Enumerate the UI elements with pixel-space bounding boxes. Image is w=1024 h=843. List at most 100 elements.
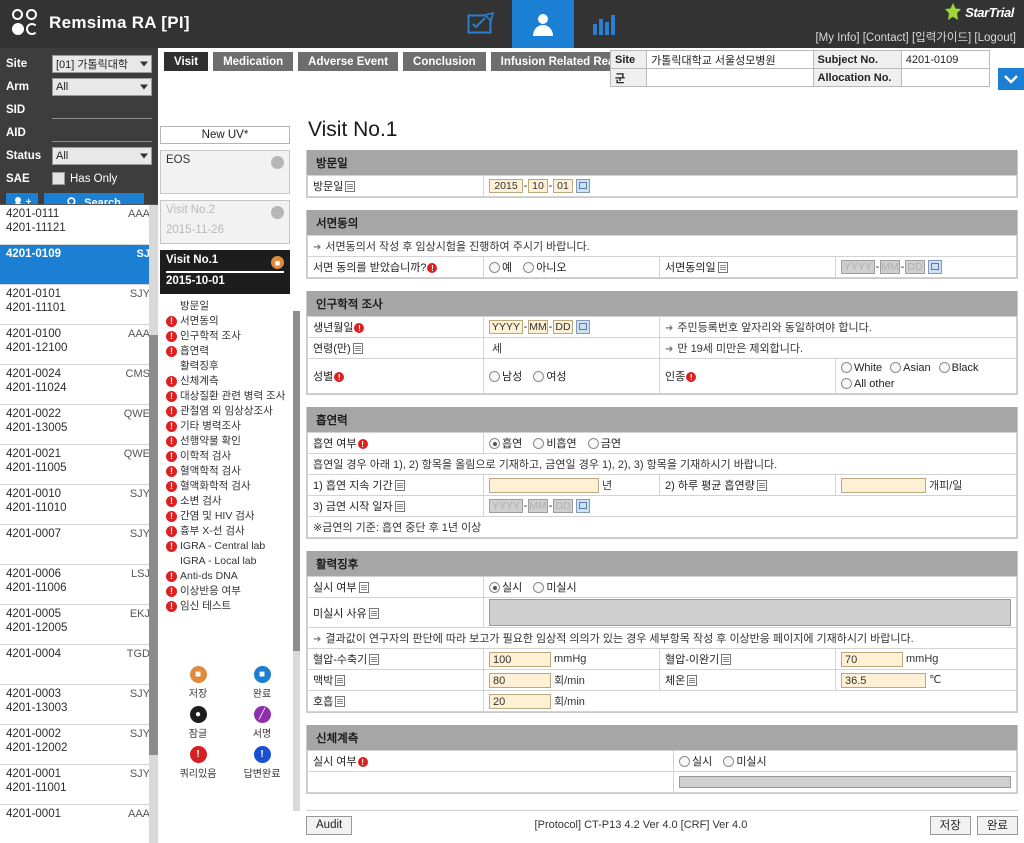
sex-male-label[interactable]: 남성 (502, 371, 522, 383)
subject-list-item[interactable]: 4201-0003 4201-13003 SJY (0, 685, 158, 725)
subject-list-item[interactable]: 4201-0111 4201-11121 AAA (0, 205, 158, 245)
note-icon[interactable] (721, 654, 732, 665)
subject-list-item[interactable]: 4201-0021 4201-11005 QWE (0, 445, 158, 485)
visit-item[interactable]: 활력징후 (160, 358, 293, 373)
sae-checkbox[interactable] (52, 172, 65, 185)
header-links[interactable]: [My Info] [Contact] [입력가이드] [Logout] (815, 29, 1016, 45)
save-button[interactable]: 저장 (929, 815, 971, 835)
anthro-notdone-radio[interactable] (723, 756, 735, 767)
smoking-no-label[interactable]: 비흡연 (546, 438, 576, 450)
visit-item[interactable]: ! 대상질환 관련 병력 조사 (160, 388, 293, 403)
visit-item[interactable]: ! 인구학적 조사 (160, 328, 293, 343)
visit-item[interactable]: ! 혈액학적 검사 (160, 463, 293, 478)
visit-item[interactable]: ! 이학적 검사 (160, 448, 293, 463)
expand-panel-button[interactable] (998, 68, 1024, 90)
calendar-icon[interactable] (576, 320, 590, 334)
smoking-quit-label[interactable]: 금연 (601, 438, 621, 450)
visit-card[interactable]: Visit No.1 2015-10-01 ■ (160, 250, 290, 294)
tab-conclusion[interactable]: Conclusion (403, 52, 486, 71)
race-label-black[interactable]: Black (952, 362, 979, 374)
consent-date-year[interactable]: YYYY (841, 260, 875, 274)
visit-item[interactable]: ! 혈액화학적 검사 (160, 478, 293, 493)
legend-item[interactable]: ■ 저장 (166, 666, 230, 700)
note-icon[interactable] (394, 480, 405, 491)
consent-date-month[interactable]: MM (880, 260, 900, 274)
app-logo[interactable]: Remsima RA [PI] (12, 8, 190, 38)
calendar-icon[interactable] (576, 179, 590, 193)
site-select[interactable]: [01] 가톨릭대학 (52, 54, 152, 73)
smoking-duration-input[interactable] (489, 478, 599, 494)
visit-item[interactable]: ! 임신 테스트 (160, 598, 293, 613)
visit-item[interactable]: ! 흡연력 (160, 343, 293, 358)
visit-item[interactable]: ! 흉부 X-선 검사 (160, 523, 293, 538)
visit-item[interactable]: ! 간염 및 HIV 검사 (160, 508, 293, 523)
anthro-done-radio[interactable] (679, 756, 690, 767)
legend-item[interactable]: ● 잠글 (166, 706, 230, 740)
bar-chart-icon[interactable] (574, 0, 636, 48)
sid-input[interactable] (52, 101, 152, 119)
visit-card[interactable]: Visit No.2 2015-11-26 (160, 200, 290, 244)
subject-list-item[interactable]: 4201-0005 4201-12005 EKJ (0, 605, 158, 645)
note-icon[interactable] (394, 501, 405, 512)
visit-item[interactable]: 방문일 (160, 298, 293, 313)
visit-items-scrollbar[interactable] (293, 311, 300, 811)
visit-item[interactable]: ! IGRA - Central lab (160, 538, 293, 553)
sex-male-radio[interactable] (489, 371, 500, 382)
subject-list-scroll-thumb[interactable] (149, 335, 158, 755)
subject-list-item[interactable]: 4201-0004 TGD (0, 645, 158, 685)
smoking-yes-radio[interactable] (489, 438, 500, 449)
subject-list-item[interactable]: 4201-0002 4201-12002 SJY (0, 725, 158, 765)
consent-yes-label[interactable]: 예 (502, 262, 512, 274)
smoking-amount-input[interactable] (841, 478, 926, 494)
visit-item[interactable]: ! 이상반응 여부 (160, 583, 293, 598)
subject-list-scrollbar[interactable] (149, 205, 158, 843)
visit-item[interactable]: ! Anti-ds DNA (160, 568, 293, 583)
note-icon[interactable] (352, 343, 363, 354)
smoking-quit-year[interactable]: YYYY (489, 499, 523, 513)
legend-item[interactable]: ! 답변완료 (230, 746, 294, 780)
visit-item[interactable]: ! 신체계측 (160, 373, 293, 388)
subject-list-item[interactable]: 4201-0101 4201-11101 SJY (0, 285, 158, 325)
sbp-input[interactable]: 100 (489, 651, 551, 667)
subject-person-icon[interactable] (512, 0, 574, 48)
note-icon[interactable] (756, 480, 767, 491)
arm-select[interactable]: All (52, 77, 152, 96)
note-icon[interactable] (358, 582, 369, 593)
sex-female-radio[interactable] (533, 371, 545, 382)
note-icon[interactable] (335, 675, 346, 686)
new-uv-button[interactable]: New UV* (160, 126, 290, 144)
race-label-asian[interactable]: Asian (903, 362, 931, 374)
visit-items-scroll-thumb[interactable] (293, 311, 300, 651)
visit-item[interactable]: ! 선행약물 확인 (160, 433, 293, 448)
visit-date-day[interactable]: 01 (553, 179, 573, 193)
race-radio-white[interactable] (841, 362, 852, 373)
subject-list-item[interactable]: 4201-0001 AAA (0, 805, 158, 843)
vitals-done-option-label[interactable]: 실시 (502, 582, 522, 594)
subject-list-item[interactable]: 4201-0007 SJY (0, 525, 158, 565)
note-icon[interactable] (368, 607, 379, 619)
race-radio-black[interactable] (938, 362, 950, 373)
consent-yes-radio[interactable] (489, 262, 500, 273)
visit-item[interactable]: ! 소변 검사 (160, 493, 293, 508)
visit-item[interactable]: ! 서면동의 (160, 313, 293, 328)
visit-item[interactable]: ! 관절염 외 임상상조사 (160, 403, 293, 418)
anthro-notdone-option-label[interactable]: 미실시 (736, 756, 766, 768)
sex-female-label[interactable]: 여성 (546, 371, 566, 383)
smoking-yes-label[interactable]: 흡연 (502, 438, 522, 450)
note-icon[interactable] (687, 675, 698, 686)
visit-item[interactable]: IGRA - Local lab (160, 553, 293, 568)
consent-date-day[interactable]: DD (905, 260, 925, 274)
vitals-notdone-option-label[interactable]: 미실시 (546, 582, 576, 594)
smoking-no-radio[interactable] (533, 438, 545, 449)
smoking-quit-day[interactable]: DD (553, 499, 573, 513)
form-edit-icon[interactable] (450, 0, 512, 48)
status-select[interactable]: All (52, 146, 152, 165)
smoking-quit-radio[interactable] (587, 438, 599, 449)
tab-adverse-event[interactable]: Adverse Event (298, 52, 399, 71)
complete-button[interactable]: 완료 (976, 815, 1018, 835)
note-icon[interactable] (335, 696, 346, 707)
dbp-input[interactable]: 70 (841, 651, 903, 667)
consent-no-label[interactable]: 아니오 (536, 262, 566, 274)
vitals-notdone-radio[interactable] (533, 582, 545, 593)
subject-list-item[interactable]: 4201-0001 4201-11001 SJY (0, 765, 158, 805)
